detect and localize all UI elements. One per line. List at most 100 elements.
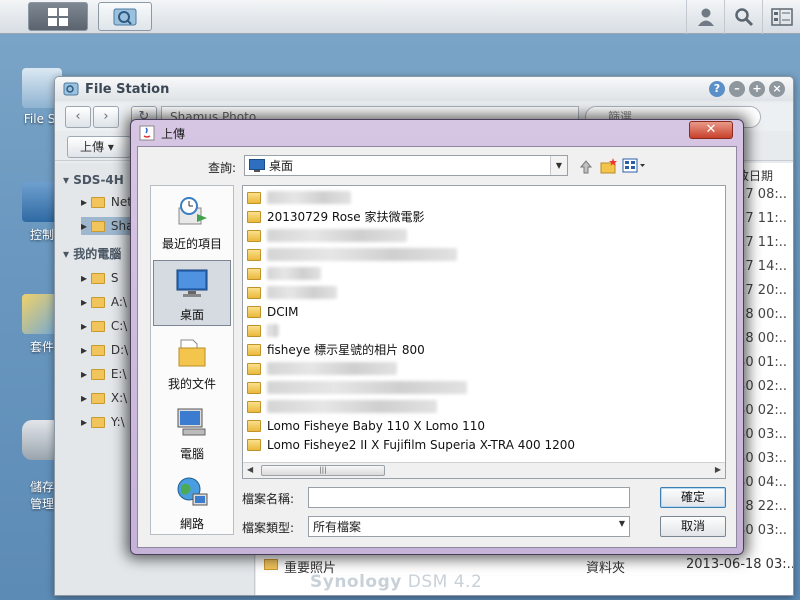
tree-item[interactable]: ▸ A:\ [81, 293, 127, 311]
date-cell: 27 11:.. [737, 235, 787, 250]
file-row[interactable] [247, 397, 437, 416]
folder-icon [247, 324, 261, 337]
look-in-label: 查詢: [208, 161, 237, 175]
date-cell: 27 08:.. [737, 187, 787, 202]
tree-item[interactable]: ▸ C:\ [81, 317, 127, 335]
chevron-down-icon[interactable]: ▼ [619, 519, 625, 528]
search-button[interactable] [724, 0, 762, 34]
place-label: 最近的項目 [161, 237, 222, 251]
tree-item[interactable]: ▸ X:\ [81, 389, 127, 407]
file-station-titlebar[interactable]: File Station [55, 77, 793, 101]
chevron-left-icon[interactable]: ◀ [247, 465, 253, 474]
scrollbar-thumb[interactable]: ||| [261, 465, 385, 476]
folder-icon [247, 229, 261, 242]
brand-name: Synology [310, 572, 402, 592]
file-name [267, 381, 467, 394]
ok-button[interactable]: 確定 [660, 487, 726, 508]
place-my-documents[interactable]: 我的文件 [153, 330, 231, 396]
date-cell: 30 04:.. [737, 475, 787, 490]
file-row[interactable] [247, 188, 351, 207]
folder-icon [247, 343, 261, 356]
main-menu-button[interactable] [28, 2, 88, 31]
tree-item[interactable]: ▸ Net [81, 193, 132, 211]
tree-item-label: Net [110, 195, 132, 209]
file-name [267, 324, 279, 337]
close-icon[interactable]: × [769, 81, 785, 97]
back-button[interactable]: ‹ [65, 106, 91, 128]
user-button[interactable] [686, 0, 724, 34]
folder-icon [247, 362, 261, 375]
file-row[interactable] [247, 226, 407, 245]
horizontal-scrollbar[interactable]: ◀ ||| ▶ [243, 462, 725, 478]
file-row[interactable] [247, 264, 321, 283]
widgets-button[interactable] [762, 0, 800, 34]
dsm-brand: Synology DSM 4.2 [310, 572, 482, 592]
folder-icon [247, 305, 261, 318]
date-cell: 30 03:.. [737, 451, 787, 466]
place-label: 桌面 [179, 308, 204, 322]
look-in-select[interactable]: 桌面 ▼ [244, 155, 568, 176]
tree-item[interactable]: ▸ E:\ [81, 365, 127, 383]
folder-icon [247, 381, 261, 394]
cancel-button[interactable]: 取消 [660, 516, 726, 537]
filename-input[interactable] [308, 487, 630, 508]
place-desktop[interactable]: 桌面 [153, 260, 231, 326]
maximize-icon[interactable]: + [749, 81, 765, 97]
tree-my-computer[interactable]: ▾ 我的電腦 [63, 245, 121, 262]
place-recent[interactable]: 最近的項目 [153, 190, 231, 256]
file-row[interactable]: DCIM [247, 302, 299, 321]
file-row[interactable] [247, 283, 337, 302]
chevron-right-icon[interactable]: ▶ [715, 465, 721, 474]
file-row[interactable]: Lomo Fisheye Baby 110 X Lomo 110 [247, 416, 485, 435]
tree-server[interactable]: ▾ SDS-4H [63, 173, 124, 187]
tree-item[interactable]: ▸ D:\ [81, 341, 128, 359]
filetype-label: 檔案類型: [242, 521, 295, 535]
place-label: 我的文件 [167, 377, 216, 391]
tree-my-computer-label: 我的電腦 [73, 247, 122, 261]
folder-icon [90, 416, 105, 428]
network-globe-icon [177, 477, 208, 506]
view-menu-icon[interactable] [622, 157, 646, 175]
dialog-titlebar[interactable]: 上傳 [131, 120, 743, 146]
folder-icon [90, 320, 105, 332]
tree-item[interactable]: ▸ Y:\ [81, 413, 125, 431]
place-computer[interactable]: 電腦 [153, 400, 231, 466]
computer-icon [177, 408, 206, 436]
upload-button[interactable]: 上傳 ▾ [67, 136, 131, 158]
chevron-down-icon[interactable]: ▼ [550, 156, 567, 175]
documents-folder-icon [178, 339, 206, 367]
file-row[interactable] [247, 245, 457, 264]
file-name [267, 362, 397, 375]
desktop-icon [176, 269, 208, 297]
file-row[interactable]: 20130729 Rose 家扶微電影 [247, 207, 424, 226]
upload-dialog: 上傳 ✕ 查詢: 桌面 ▼ 最近的項目 桌面 我的文件 電腦 網路 201307… [130, 119, 744, 555]
file-list: 20130729 Rose 家扶微電影 DCIM fisheye 標示星號的相片 8… [242, 185, 726, 479]
file-row[interactable]: Lomo Fisheye2 II X Fujifilm Superia X-TR… [247, 435, 575, 454]
place-label: 網路 [179, 517, 204, 531]
file-row[interactable]: fisheye 標示星號的相片 800 [247, 340, 425, 359]
file-name [267, 400, 437, 413]
dsm-version: DSM 4.2 [407, 572, 483, 592]
folder-icon [90, 296, 105, 308]
tree-item-selected[interactable]: ▸ Sha [81, 217, 134, 235]
up-folder-icon[interactable] [578, 157, 596, 175]
dialog-close-button[interactable]: ✕ [689, 121, 733, 139]
date-cell: 28 22:.. [737, 499, 787, 514]
desktop-icon [249, 159, 265, 172]
folder-icon [90, 344, 105, 356]
folder-icon [247, 400, 261, 413]
tree-item[interactable]: ▸ S [81, 269, 118, 287]
file-row[interactable] [247, 359, 397, 378]
file-row[interactable] [247, 321, 279, 340]
filetype-select[interactable]: 所有檔案 ▼ [308, 516, 630, 537]
tree-server-label: SDS-4H [73, 173, 124, 187]
new-folder-icon[interactable] [600, 157, 618, 175]
place-network[interactable]: 網路 [153, 470, 231, 536]
file-name: 20130729 Rose 家扶微電影 [267, 210, 425, 224]
forward-button[interactable]: › [93, 106, 119, 128]
file-station-taskbar-button[interactable] [98, 2, 152, 31]
file-row[interactable] [247, 378, 467, 397]
minimize-icon[interactable]: – [729, 81, 745, 97]
grid-icon [48, 7, 68, 26]
help-icon[interactable]: ? [709, 81, 725, 97]
